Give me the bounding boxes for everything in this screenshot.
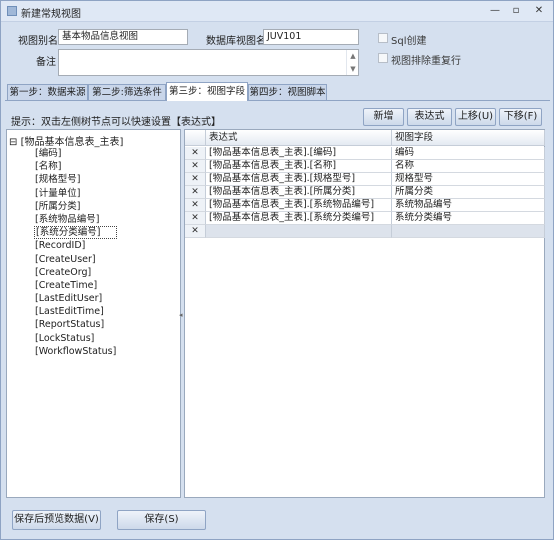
splitter-grip-icon[interactable]: ◂	[179, 311, 183, 319]
grid-corner-header	[185, 130, 206, 146]
cell-expression[interactable]: [物品基本信息表_主表].[规格型号]	[206, 173, 392, 186]
tree-item[interactable]: [ReportStatus]	[34, 318, 117, 331]
close-icon[interactable]: ✕	[531, 4, 547, 17]
tree-item[interactable]: [名称]	[34, 160, 117, 173]
add-button[interactable]: 新增	[363, 108, 404, 126]
cell-view-field[interactable]: 系统物品编号	[392, 199, 545, 212]
collapse-icon[interactable]: ⊟	[9, 137, 17, 148]
cell-expression[interactable]: [物品基本信息表_主表].[系统物品编号]	[206, 199, 392, 212]
dialog-window: 新建常规视图 — ▫ ✕ 视图别名 基本物品信息视图 数据库视图名 JUV101…	[0, 0, 554, 540]
scroll-down-icon[interactable]: ▼	[347, 65, 359, 73]
tab-view-fields[interactable]: 第三步：视图字段	[166, 82, 248, 101]
scroll-up-icon[interactable]: ▲	[347, 52, 359, 60]
cell-view-field[interactable]: 编码	[392, 147, 545, 160]
alias-input[interactable]: 基本物品信息视图	[58, 29, 188, 45]
app-icon	[7, 6, 17, 16]
cell-view-field[interactable]: 名称	[392, 160, 545, 173]
distinct-checkbox[interactable]	[378, 53, 388, 63]
sql-create-checkbox[interactable]	[378, 33, 388, 43]
cell-view-field[interactable]: 所属分类	[392, 186, 545, 199]
sql-create-label: Sql创建	[391, 36, 427, 47]
delete-row-icon[interactable]: ✕	[185, 160, 206, 173]
field-tree[interactable]: ⊟ [物品基本信息表_主表] [编码] [名称] [规格型号] [计量单位] […	[6, 129, 181, 498]
new-row-expression-cell[interactable]	[206, 225, 392, 238]
tree-item[interactable]: [所属分类]	[34, 200, 117, 213]
tree-item[interactable]: [规格型号]	[34, 173, 117, 186]
tree-item[interactable]: [CreateTime]	[34, 279, 117, 292]
cell-expression[interactable]: [物品基本信息表_主表].[名称]	[206, 160, 392, 173]
cell-expression[interactable]: [物品基本信息表_主表].[所属分类]	[206, 186, 392, 199]
tree-root[interactable]: ⊟ [物品基本信息表_主表]	[9, 133, 123, 148]
delete-row-icon[interactable]: ✕	[185, 212, 206, 225]
tree-items: [编码] [名称] [规格型号] [计量单位] [所属分类] [系统物品编号] …	[34, 147, 118, 358]
window-title: 新建常规视图	[21, 9, 81, 20]
distinct-label: 视图排除重复行	[391, 56, 461, 67]
new-row-delete-icon[interactable]: ✕	[185, 225, 206, 238]
new-row-view-field-cell[interactable]	[392, 225, 545, 238]
tree-item[interactable]: [编码]	[34, 147, 117, 160]
tree-item[interactable]: [CreateUser]	[34, 253, 117, 266]
cell-expression[interactable]: [物品基本信息表_主表].[系统分类编号]	[206, 212, 392, 225]
delete-row-icon[interactable]: ✕	[185, 173, 206, 186]
tree-item-selected[interactable]: [系统分类编号]	[34, 226, 118, 240]
tree-item[interactable]: [LastEditTime]	[34, 305, 117, 318]
db-view-input[interactable]: JUV101	[263, 29, 359, 45]
maximize-icon[interactable]: ▫	[508, 4, 524, 17]
save-button[interactable]: 保存(S)	[117, 510, 206, 530]
cell-expression[interactable]: [物品基本信息表_主表].[编码]	[206, 147, 392, 160]
tree-item[interactable]: [CreateOrg]	[34, 266, 117, 279]
delete-row-icon[interactable]: ✕	[185, 199, 206, 212]
expression-button[interactable]: 表达式	[407, 108, 452, 126]
remark-scrollbar[interactable]: ▲ ▼	[346, 50, 358, 75]
tab-filter[interactable]: 第二步:筛选条件	[88, 84, 166, 100]
alias-label: 视图别名	[18, 36, 58, 47]
tree-item[interactable]: [LastEditUser]	[34, 292, 117, 305]
tree-item[interactable]: [系统物品编号]	[34, 213, 117, 226]
remark-label: 备注	[36, 57, 56, 68]
column-header-view-field[interactable]: 视图字段	[392, 130, 545, 146]
cell-view-field[interactable]: 系统分类编号	[392, 212, 545, 225]
delete-row-icon[interactable]: ✕	[185, 147, 206, 160]
delete-row-icon[interactable]: ✕	[185, 186, 206, 199]
tree-item[interactable]: [计量单位]	[34, 187, 117, 200]
tab-data-source[interactable]: 第一步：数据来源	[7, 84, 88, 100]
tree-item[interactable]: [LockStatus]	[34, 332, 117, 345]
tab-view-script[interactable]: 第四步：视图脚本	[248, 84, 327, 100]
save-preview-button[interactable]: 保存后预览数据(V)	[12, 510, 101, 530]
move-up-button[interactable]: 上移(U)	[455, 108, 496, 126]
title-bar: 新建常规视图 — ▫ ✕	[1, 1, 553, 22]
tree-item[interactable]: [WorkflowStatus]	[34, 345, 117, 358]
remark-textarea[interactable]: ▲ ▼	[58, 49, 359, 76]
fields-grid[interactable]: 表达式 视图字段 ✕ [物品基本信息表_主表].[编码] 编码 ✕ [物品基本信…	[184, 129, 545, 498]
column-header-expression[interactable]: 表达式	[206, 130, 392, 146]
hint-text: 提示：双击左侧树节点可以快速设置【表达式】	[11, 117, 221, 128]
db-view-label: 数据库视图名	[206, 36, 266, 47]
minimize-icon[interactable]: —	[487, 4, 503, 17]
move-down-button[interactable]: 下移(F)	[499, 108, 542, 126]
cell-view-field[interactable]: 规格型号	[392, 173, 545, 186]
tree-item[interactable]: [RecordID]	[34, 239, 117, 252]
